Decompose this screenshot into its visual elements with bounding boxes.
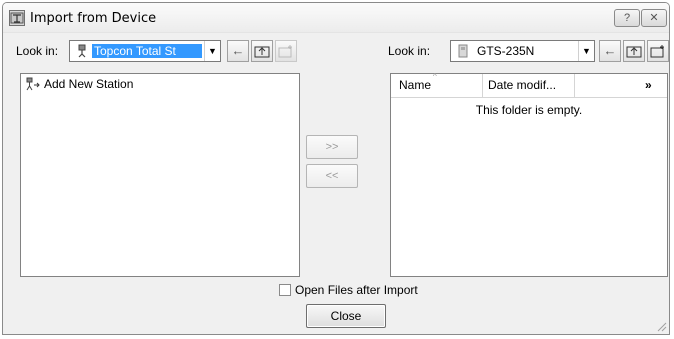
up-folder-icon <box>254 46 270 58</box>
column-header-date-modified[interactable]: Date modif... <box>488 78 556 92</box>
window-title: Import from Device <box>30 11 157 26</box>
drive-icon <box>456 44 470 58</box>
back-arrow-icon: ← <box>603 43 617 58</box>
window-close-button[interactable]: ✕ <box>641 9 667 27</box>
app-icon <box>9 10 25 26</box>
right-up-folder-button[interactable] <box>623 40 645 62</box>
device-tree-pane[interactable]: Add New Station <box>20 73 300 277</box>
resize-grip-icon[interactable] <box>655 320 667 332</box>
left-location-value: Topcon Total St <box>92 44 202 58</box>
back-arrow-icon: ← <box>231 43 245 58</box>
new-folder-icon <box>278 45 292 58</box>
sort-indicator-icon: ^ <box>433 72 437 81</box>
column-separator[interactable] <box>482 74 483 98</box>
tree-item-add-new-station[interactable]: Add New Station <box>25 77 133 91</box>
device-icon <box>75 44 89 58</box>
right-location-value: GTS-235N <box>477 44 535 58</box>
left-new-folder-button[interactable] <box>275 40 297 62</box>
up-folder-icon <box>626 46 642 58</box>
transfer-forward-button[interactable]: >> <box>306 135 358 159</box>
column-separator[interactable] <box>574 74 575 98</box>
left-up-folder-button[interactable] <box>251 40 273 62</box>
import-dialog: Import from Device ? ✕ Look in: Topcon T… <box>2 2 670 335</box>
chevron-down-icon[interactable]: ▼ <box>204 41 220 61</box>
open-after-import-label[interactable]: Open Files after Import <box>295 283 418 297</box>
transfer-back-button[interactable]: << <box>306 164 358 188</box>
add-station-icon <box>26 77 40 91</box>
tree-item-label: Add New Station <box>44 77 134 91</box>
chevron-down-icon[interactable]: ▼ <box>578 41 594 61</box>
open-after-import-checkbox[interactable] <box>279 284 291 296</box>
right-back-button[interactable]: ← <box>599 40 621 62</box>
column-header-name[interactable]: Name <box>399 78 431 92</box>
close-button[interactable]: Close <box>306 304 386 328</box>
title-bar[interactable]: Import from Device ? ✕ <box>3 3 669 33</box>
empty-folder-message: This folder is empty. <box>475 103 583 117</box>
left-back-button[interactable]: ← <box>227 40 249 62</box>
folder-list-pane[interactable]: Name ^ Date modif... » This folder is em… <box>390 72 668 277</box>
list-header: Name ^ Date modif... » <box>391 72 667 98</box>
new-folder-icon <box>650 45 664 58</box>
more-columns-chevron-icon[interactable]: » <box>645 78 652 92</box>
right-look-in-label: Look in: <box>388 44 431 58</box>
right-location-combo[interactable]: GTS-235N ▼ <box>450 40 595 62</box>
help-button[interactable]: ? <box>614 9 640 27</box>
left-look-in-label: Look in: <box>16 44 59 58</box>
right-new-folder-button[interactable] <box>647 40 669 62</box>
left-location-combo[interactable]: Topcon Total St ▼ <box>69 40 221 62</box>
